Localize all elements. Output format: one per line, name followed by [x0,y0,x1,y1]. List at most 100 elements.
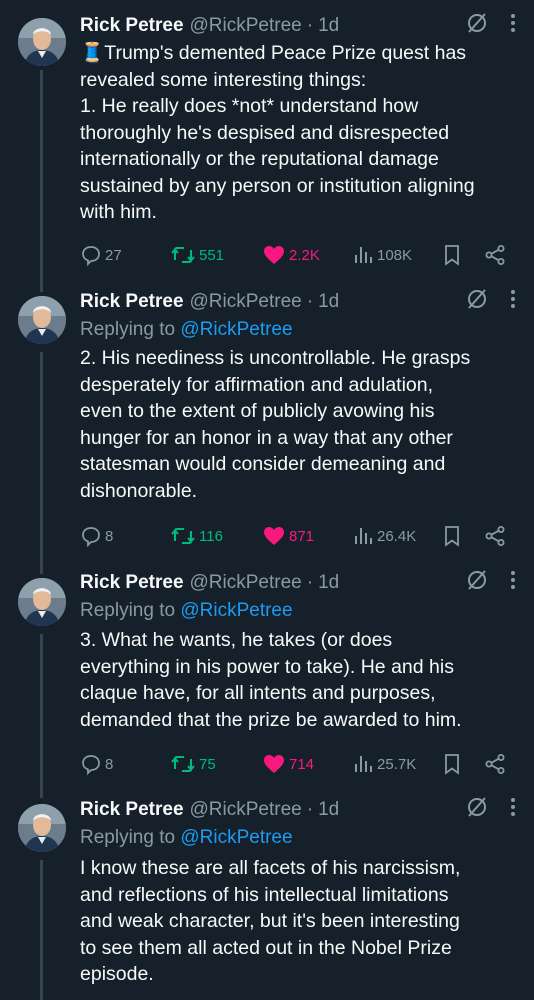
reply-count: 8 [105,755,114,773]
tweet-text-line: everything in his power to take). He and… [80,655,454,678]
tweet-header: Rick Petree @RickPetree · 1d [80,289,516,315]
replying-to-handle[interactable]: @RickPetree [180,319,292,340]
display-name[interactable]: Rick Petree [80,799,184,821]
like-button[interactable]: 2.2K [262,243,320,267]
bookmark-button[interactable] [442,752,465,776]
reply-count: 27 [105,246,122,264]
tweet-text-line: demanded that the prize be awarded to hi… [80,708,462,731]
tweet-header: Rick Petree @RickPetree · 1d [80,570,516,596]
tweet-text-line: desperately for affirmation and adulatio… [80,373,434,396]
replying-to-handle[interactable]: @RickPetree [180,827,292,848]
reply-button[interactable]: 27 [80,243,122,267]
retweet-button[interactable]: 75 [170,752,216,776]
like-count: 871 [289,527,315,545]
tweet-header: Rick Petree @RickPetree · 1d [80,13,516,39]
more-options-icon[interactable] [510,570,516,596]
handle[interactable]: @RickPetree [190,291,302,313]
retweet-arrows-icon [171,756,195,772]
tweet-text: I know these are all facets of his narci… [80,855,525,988]
tweet-text-line: statesman would consider demeaning and [80,453,446,475]
heart-icon [264,527,284,545]
heart-icon [264,246,284,264]
bookmark-button[interactable] [442,243,465,267]
replying-to: Replying to @RickPetree [80,319,293,341]
timestamp[interactable]: 1d [318,572,339,594]
tweet-text-line: thoroughly he's despised and disrespecte… [80,121,450,144]
handle[interactable]: @RickPetree [190,799,302,821]
replying-to-label: Replying to [80,600,181,621]
bar-chart-icon [355,528,372,544]
timestamp[interactable]: 1d [318,15,339,37]
view-count: 108K [377,246,413,264]
action-bar: 8 75 714 25.7K [80,752,512,776]
grok-icon[interactable] [466,12,488,40]
like-count: 2.2K [289,246,320,264]
speech-bubble-icon [82,755,100,775]
like-button[interactable]: 714 [262,752,314,776]
handle[interactable]: @RickPetree [190,572,302,594]
share-button[interactable] [484,752,509,776]
avatar[interactable] [18,18,66,66]
grok-icon[interactable] [466,796,488,824]
more-options-icon[interactable] [510,289,516,315]
retweet-button[interactable]: 551 [170,243,224,267]
views-button[interactable]: 25.7K [352,752,416,776]
bookmark-icon [445,754,459,775]
speech-bubble-icon [82,246,100,266]
view-count: 25.7K [377,755,417,773]
display-name[interactable]: Rick Petree [80,15,184,37]
tweet-text-line: with him. [80,201,157,223]
retweet-count: 75 [199,755,216,773]
grok-icon[interactable] [466,569,488,597]
tweet-text-line: claque have, for all intents and purpose… [80,682,436,704]
retweet-arrows-icon [171,247,195,263]
tweet-text: 2. His neediness is uncontrollable. He g… [80,345,525,504]
bar-chart-icon [355,247,372,263]
replying-to-handle[interactable]: @RickPetree [180,600,292,621]
display-name[interactable]: Rick Petree [80,291,184,313]
bookmark-button[interactable] [442,524,465,548]
speech-bubble-icon [82,527,100,547]
share-nodes-icon [485,754,505,774]
retweet-button[interactable]: 116 [170,524,223,548]
view-count: 26.4K [377,527,417,545]
more-options-icon[interactable] [510,13,516,39]
avatar[interactable] [18,578,66,626]
tweet-text-line: episode. [80,963,154,985]
handle[interactable]: @RickPetree [190,15,302,37]
more-options-icon[interactable] [510,797,516,823]
retweet-arrows-icon [171,528,195,544]
tweet-text-line: 2. His neediness is uncontrollable. He g… [80,347,471,369]
tweet[interactable]: Rick Petree @RickPetree · 1d 🧵Trump's de… [0,0,534,292]
tweet-text: 3. What he wants, he takes (or does ever… [80,627,525,733]
views-button[interactable]: 26.4K [352,524,416,548]
timestamp[interactable]: 1d [318,291,339,313]
avatar[interactable] [18,296,66,344]
retweet-count: 551 [199,246,225,264]
tweet-text-line: 1. He really does *not* understand how [80,95,419,117]
tweet-text-line: revealed some interesting things: [80,68,367,91]
heart-icon [264,755,284,773]
share-nodes-icon [485,526,505,546]
bar-chart-icon [355,756,372,772]
reply-button[interactable]: 8 [80,524,113,548]
replying-to-label: Replying to [80,827,181,848]
tweet-text-line: 🧵Trump's demented Peace Prize quest has [80,42,467,64]
like-button[interactable]: 871 [262,524,314,548]
avatar[interactable] [18,804,66,852]
views-button[interactable]: 108K [352,243,412,267]
separator: · [306,799,314,820]
thread-line [40,860,43,1000]
share-button[interactable] [484,524,509,548]
reply-button[interactable]: 8 [80,752,113,776]
share-button[interactable] [484,243,509,267]
tweet-text-line: internationally or the reputational dama… [80,148,439,170]
display-name[interactable]: Rick Petree [80,572,184,594]
bookmark-icon [445,245,459,266]
retweet-count: 116 [199,527,223,545]
timestamp[interactable]: 1d [318,799,339,821]
tweet-text-line: even to the extent of publicly avowing h… [80,400,435,422]
bookmark-icon [445,526,459,547]
separator: · [306,15,314,36]
grok-icon[interactable] [466,288,488,316]
